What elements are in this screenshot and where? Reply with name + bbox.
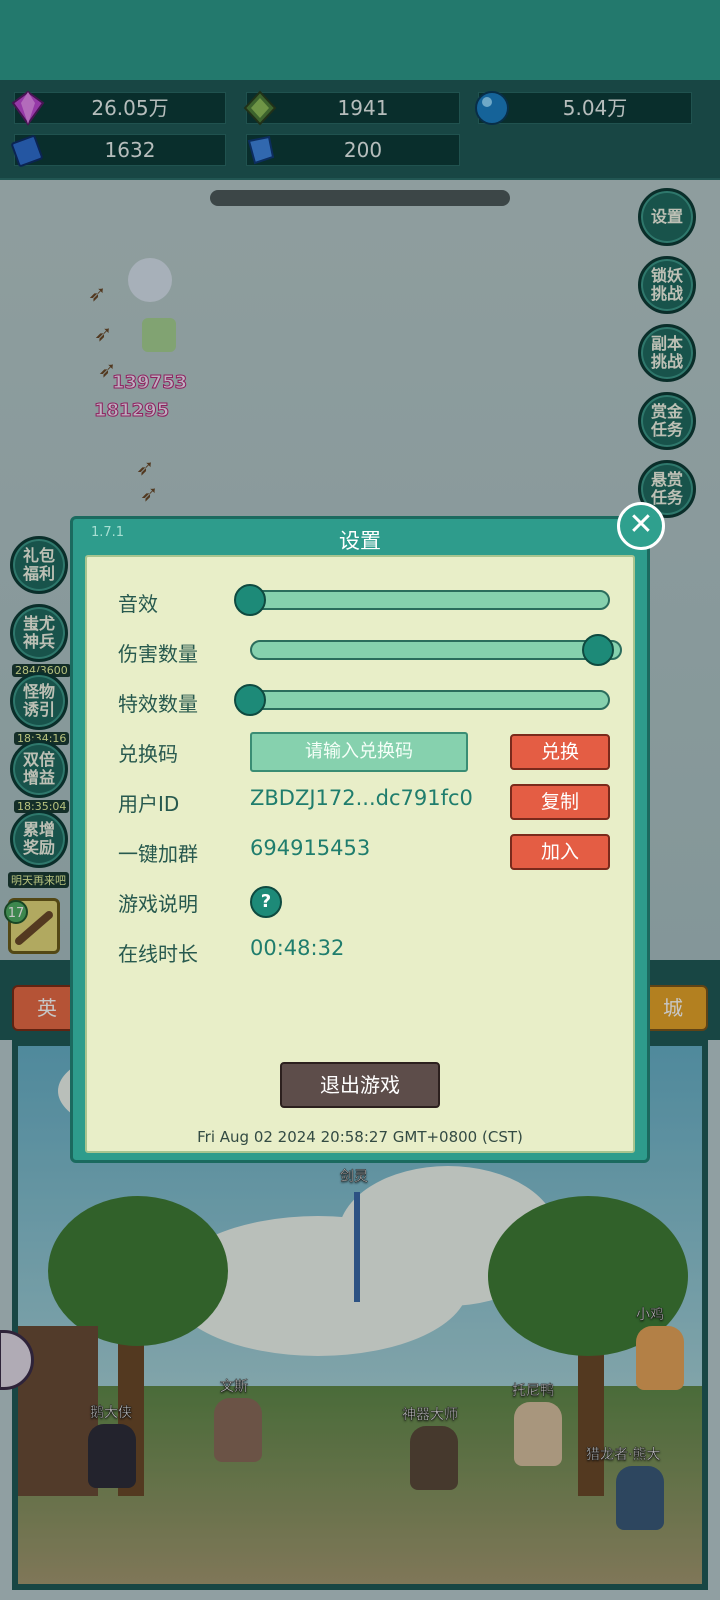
online-time-value: 00:48:32 [250,936,345,960]
effect-count-label: 特效数量 [118,692,198,716]
sound-slider[interactable] [234,584,610,616]
redeem-code-input[interactable]: 请输入兑换码 [250,732,468,772]
user-id-value: ZBDZJ172...dc791fc0 [250,786,473,810]
damage-count-slider[interactable] [250,634,622,666]
join-group-label: 一键加群 [118,842,198,866]
copy-button[interactable]: 复制 [510,784,610,820]
timestamp: Fri Aug 02 2024 20:58:27 GMT+0800 (CST) [197,1128,523,1146]
slider-knob[interactable] [234,684,266,716]
help-icon[interactable]: ? [250,886,282,918]
slider-knob[interactable] [234,584,266,616]
instructions-label: 游戏说明 [118,892,198,916]
sound-label: 音效 [118,592,158,616]
redeem-label: 兑换码 [118,742,178,766]
join-button[interactable]: 加入 [510,834,610,870]
user-id-label: 用户ID [118,792,180,816]
redeem-button[interactable]: 兑换 [510,734,610,770]
effect-count-slider[interactable] [234,684,610,716]
exit-game-button[interactable]: 退出游戏 [280,1062,440,1108]
slider-knob[interactable] [582,634,614,666]
online-time-label: 在线时长 [118,942,198,966]
close-icon[interactable]: ✕ [617,502,665,550]
damage-count-label: 伤害数量 [118,642,198,666]
dialog-title: 设置 [339,529,381,553]
group-number-value: 694915453 [250,836,371,860]
